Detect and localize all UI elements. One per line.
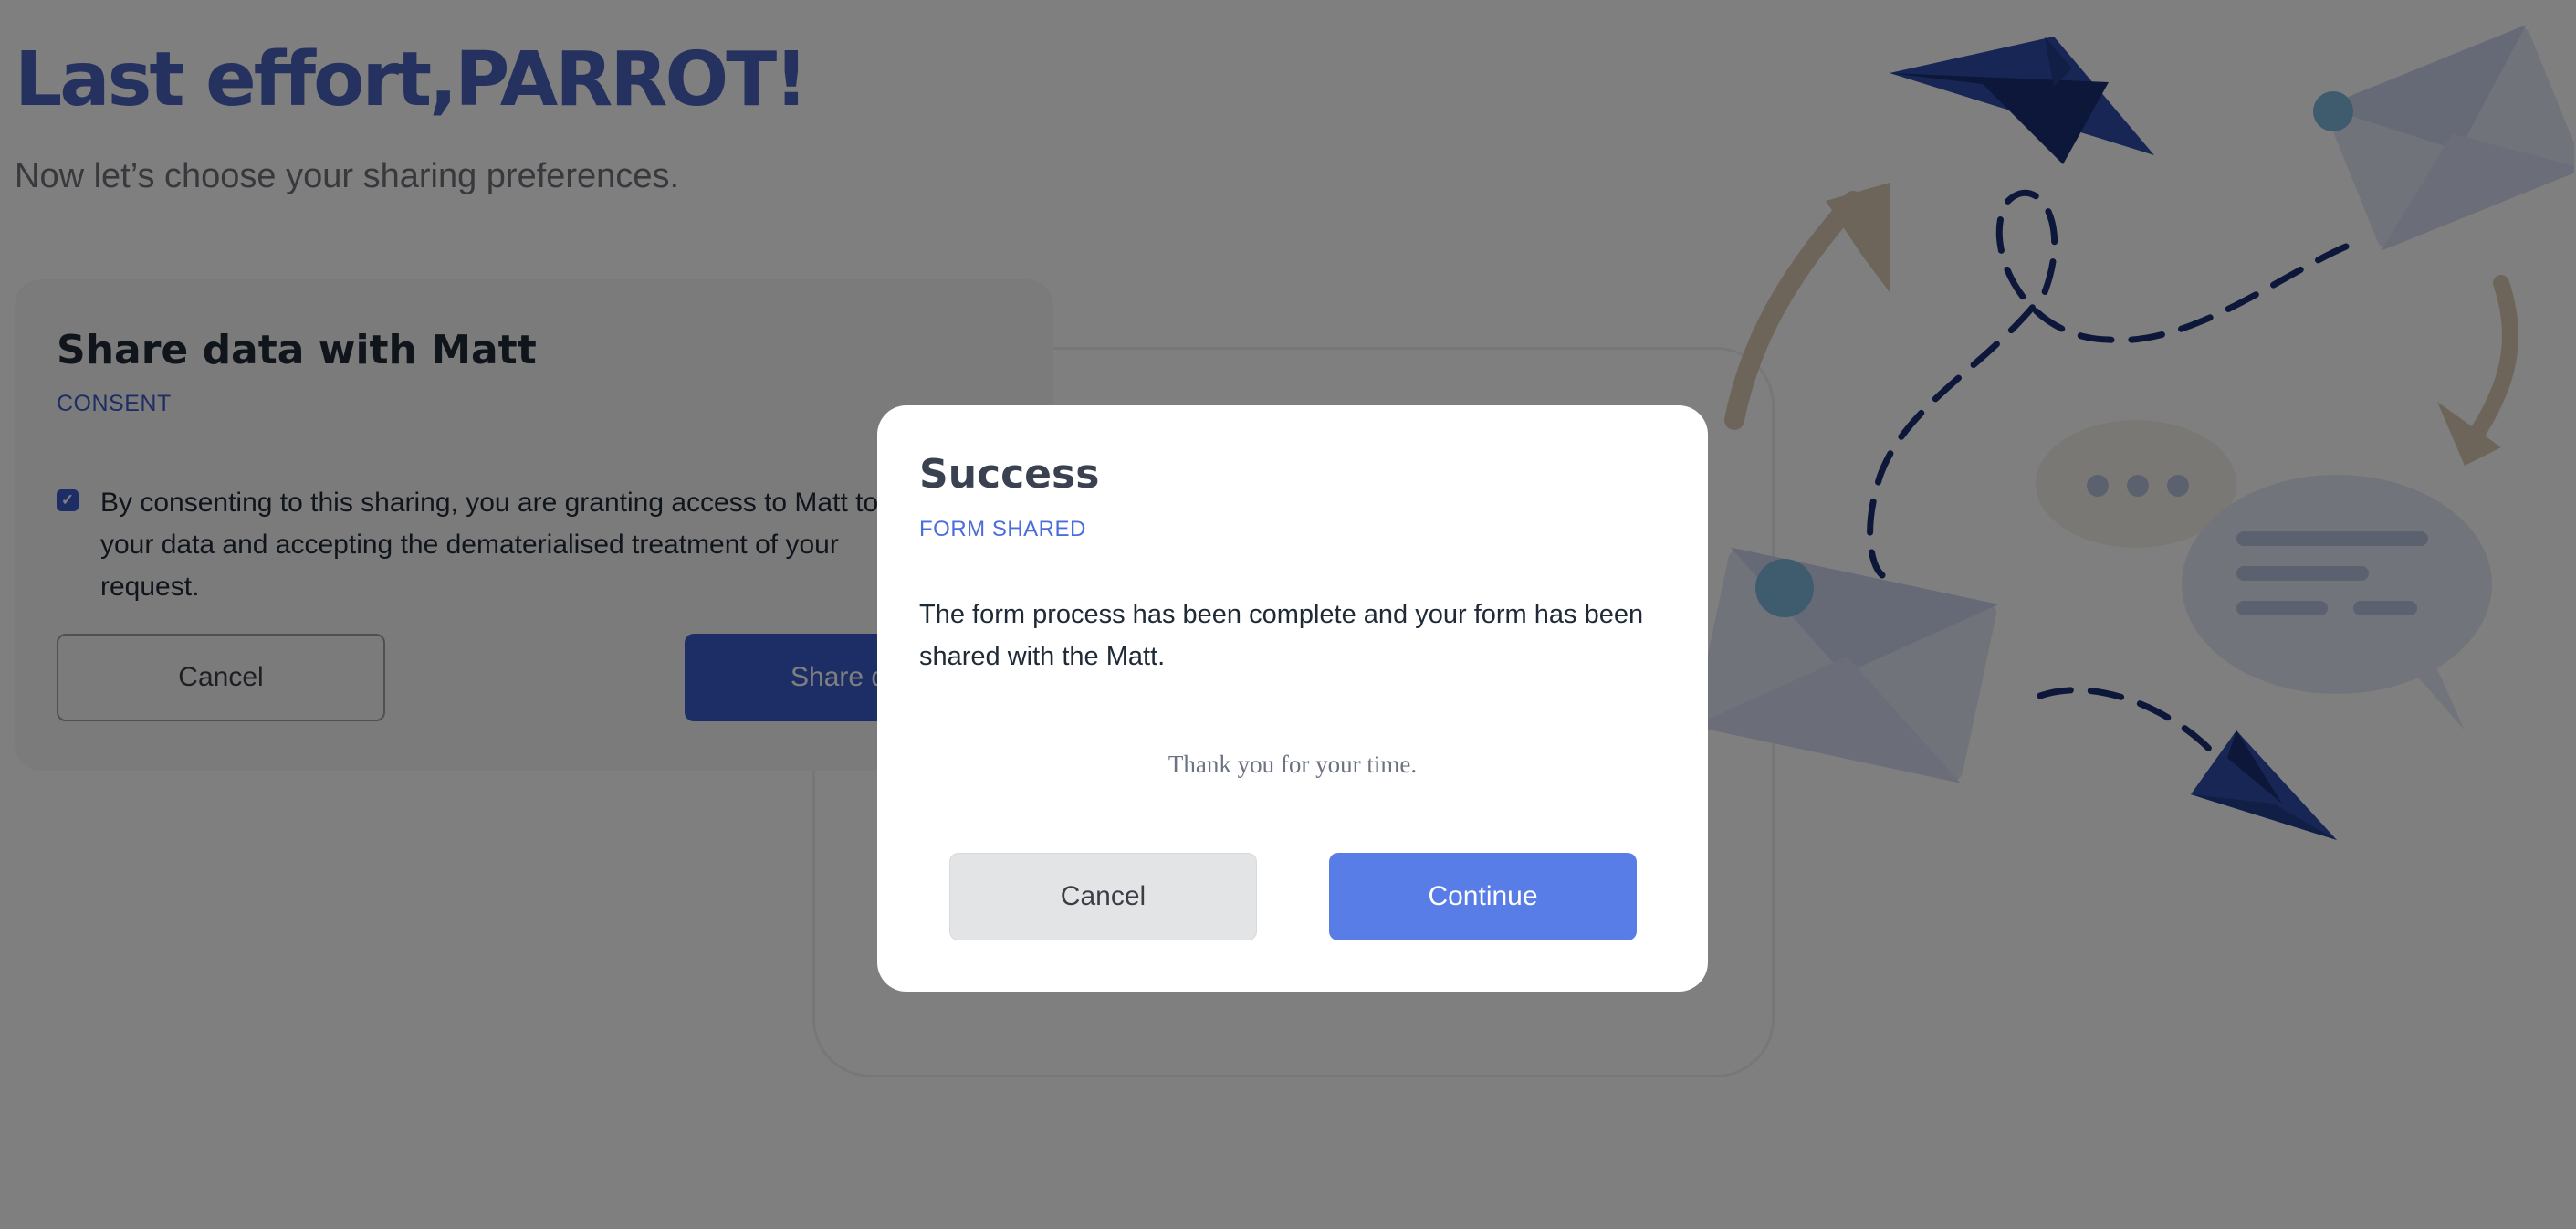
success-modal: Success FORM SHARED The form process has… <box>877 405 1708 992</box>
modal-tag: FORM SHARED <box>919 517 1086 541</box>
modal-thanks: Thank you for your time. <box>1168 751 1418 778</box>
continue-button[interactable]: Continue <box>1329 853 1637 940</box>
modal-title: Success <box>919 451 1100 498</box>
modal-cancel-button[interactable]: Cancel <box>949 853 1257 940</box>
modal-message: The form process has been complete and y… <box>919 600 1644 671</box>
